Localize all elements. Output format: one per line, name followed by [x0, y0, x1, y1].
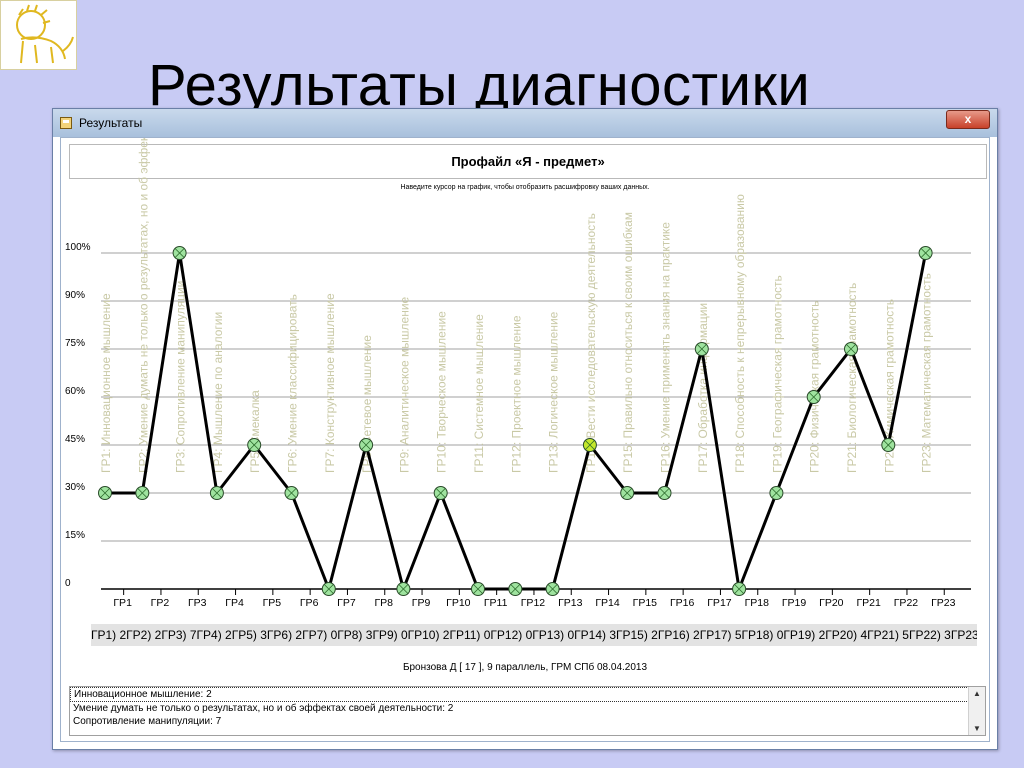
window-title: Результаты [79, 116, 143, 130]
data-point[interactable] [172, 246, 187, 260]
category-name-label: ГР20: Физическая грамотность [808, 301, 822, 473]
y-tick-label: 100% [65, 242, 91, 253]
details-line-1[interactable]: Инновационное мышление: 2 [70, 687, 985, 702]
category-name-label: ГР7: Конструктивное мышление [323, 293, 337, 473]
details-scrollbar[interactable]: ▲ ▼ [968, 687, 985, 735]
data-point[interactable] [844, 342, 858, 356]
close-button[interactable]: x [946, 110, 990, 129]
x-tick-label: ГР11 [484, 597, 508, 609]
x-tick-label: ГР15 [633, 597, 658, 609]
data-point[interactable] [284, 486, 299, 500]
data-point[interactable] [657, 486, 672, 500]
y-tick-label: 30% [65, 482, 85, 493]
data-point[interactable] [359, 438, 374, 452]
footer-text: Бронзова Д [ 17 ], 9 параллель, ГРМ СПб … [402, 662, 648, 673]
x-tick-label: ГР6 [300, 597, 319, 609]
window-client: Профайл «Я - предмет» Наведите курсор на… [60, 137, 990, 742]
x-tick-label: ГР22 [894, 597, 919, 609]
x-tick-label: ГР23 [931, 597, 956, 609]
profile-chart[interactable]: ГР1: Инновационное мышление ГР2: Умение д… [61, 138, 991, 628]
y-tick-label: 15% [65, 530, 85, 541]
category-name-label: ГР1: Инновационное мышление [99, 293, 113, 473]
data-point[interactable] [471, 582, 485, 596]
data-point[interactable] [769, 486, 784, 500]
category-name-label: ГР16: Умение применять знания на практик… [659, 222, 673, 473]
data-point[interactable] [732, 582, 747, 596]
y-tick-label: 45% [65, 434, 85, 445]
data-point[interactable] [209, 486, 224, 500]
scores-row[interactable]: ГР1) 2ГР2) 2ГР3) 7ГР4) 2ГР5) 3ГР6) 2ГР7)… [91, 624, 977, 646]
data-point[interactable] [694, 342, 709, 356]
data-point[interactable] [620, 486, 635, 500]
category-name-label: ГР21: Биологическая грамотность [845, 283, 859, 473]
category-name-label: ГР11: Системное мышление [472, 314, 486, 473]
data-point[interactable] [806, 390, 821, 404]
lion-logo [0, 0, 77, 70]
x-tick-label: ГР21 [856, 597, 881, 609]
window-titlebar[interactable]: Результаты x [53, 109, 997, 137]
data-point[interactable] [433, 486, 448, 500]
lion-logo-icon [16, 4, 74, 64]
category-name-label: ГР10: Творческое мышление [435, 311, 449, 473]
x-tick-label: ГР8 [374, 597, 393, 609]
x-tick-label: ГР1 [113, 597, 132, 609]
category-name-label: ГР9: Аналитическое мышление [397, 296, 411, 473]
x-tick-label: ГР14 [595, 597, 620, 609]
data-point[interactable] [545, 582, 560, 596]
category-name-label: ГР15: Правильно относиться к своим ошибк… [621, 212, 635, 473]
details-list[interactable]: Инновационное мышление: 2 Умение думать … [69, 686, 986, 736]
x-tick-label: ГР13 [558, 597, 583, 609]
scroll-down-icon[interactable]: ▼ [973, 724, 981, 733]
category-name-label: ГР23: Математическая грамотность [920, 273, 934, 473]
x-tick-label: ГР17 [707, 597, 732, 609]
app-icon [60, 117, 72, 129]
scroll-up-icon[interactable]: ▲ [973, 689, 981, 698]
category-name-label: ГР18: Способность к непрерывному образов… [733, 194, 747, 473]
category-name-label: ГР12: Проектное мышление [509, 315, 523, 473]
data-point[interactable] [247, 438, 262, 452]
data-point[interactable] [881, 438, 896, 452]
x-tick-label: ГР20 [819, 597, 844, 609]
data-point[interactable] [582, 438, 597, 452]
category-name-label: ГР19: Географическая грамотность [770, 275, 784, 473]
category-name-label: ГР4: Мышление по аналогии [211, 312, 225, 473]
category-name-label: ГР13: Логическое мышление [547, 311, 561, 473]
x-tick-label: ГР12 [521, 597, 546, 609]
data-point[interactable] [396, 582, 411, 596]
category-name-label: ГР6: Умение классифицировать [286, 294, 300, 473]
x-tick-label: ГР9 [412, 597, 431, 609]
category-name-label: ГР2: Умение думать не только о результат… [136, 138, 150, 473]
category-name-label: ГР3: Сопротивление манипуляции [174, 281, 188, 473]
y-tick-label: 60% [65, 386, 85, 397]
results-window: Результаты x Профайл «Я - предмет» Навед… [52, 108, 998, 750]
x-tick-label: ГР16 [670, 597, 695, 609]
data-point[interactable] [918, 246, 933, 260]
details-line-3[interactable]: Сопротивление манипуляции: 7 [70, 715, 985, 728]
data-point[interactable] [508, 582, 523, 596]
x-tick-label: ГР7 [337, 597, 356, 609]
x-tick-label: ГР19 [782, 597, 807, 609]
x-tick-label: ГР18 [745, 597, 770, 609]
data-point[interactable] [321, 582, 336, 596]
category-name-label: ГР5: Смекалка [248, 390, 262, 473]
x-tick-label: ГР3 [188, 597, 207, 609]
x-tick-label: ГР2 [151, 597, 170, 609]
category-name-label: ГР14: Вести исследовательскую деятельнос… [584, 213, 598, 473]
y-tick-label: 0 [65, 578, 71, 589]
details-line-2[interactable]: Умение думать не только о результатах, н… [70, 702, 985, 715]
x-tick-label: ГР4 [225, 597, 244, 609]
y-tick-label: 75% [65, 338, 85, 349]
data-point[interactable] [98, 486, 112, 500]
x-tick-label: ГР10 [446, 597, 471, 609]
y-tick-label: 90% [65, 290, 85, 301]
x-tick-label: ГР5 [263, 597, 282, 609]
data-point[interactable] [135, 486, 150, 500]
